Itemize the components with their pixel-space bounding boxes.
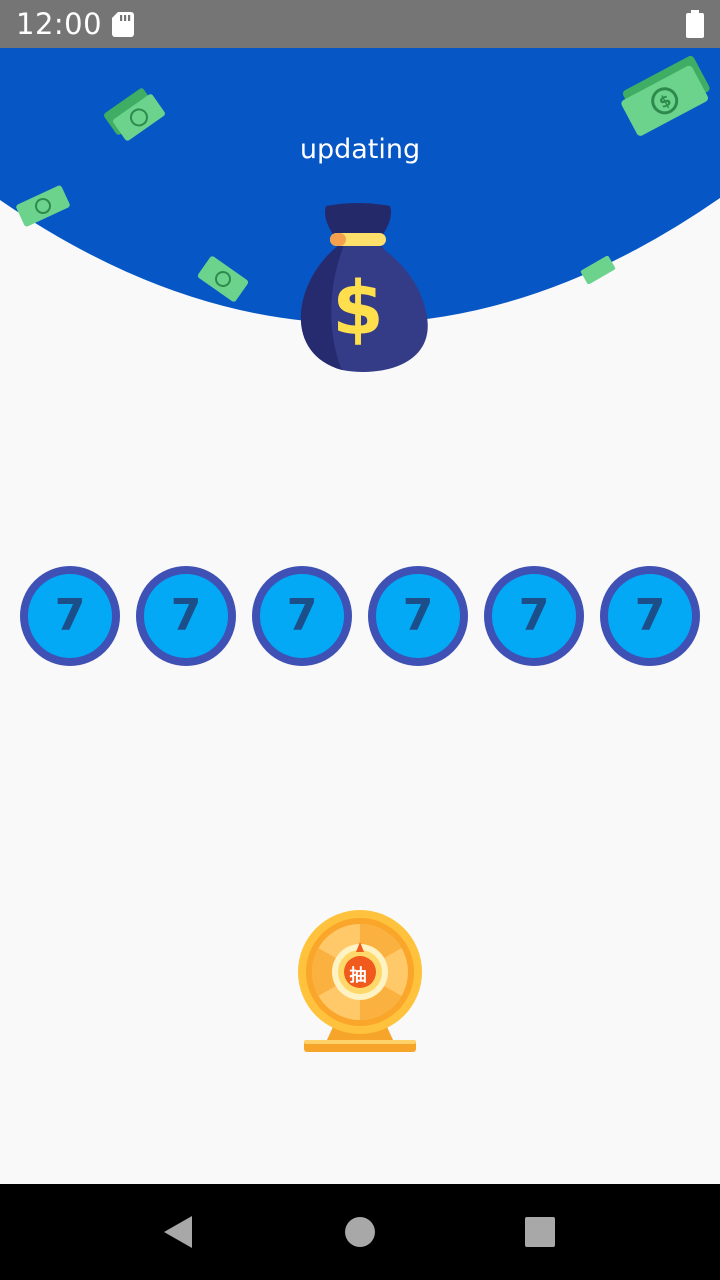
screen: 12:00 $ updating $ 7 7 7 7 7 7 抽 — [0, 0, 720, 1280]
ball-digit: 7 — [286, 590, 318, 641]
home-icon[interactable] — [328, 1200, 392, 1264]
ball-digit: 7 — [54, 590, 86, 641]
ball-digit: 7 — [518, 590, 550, 641]
ball-digit: 7 — [170, 590, 202, 641]
draw-button[interactable]: 抽 — [298, 908, 422, 1060]
status-bar: 12:00 — [0, 0, 720, 48]
number-ball: 7 — [368, 566, 468, 666]
ball-digit: 7 — [402, 590, 434, 641]
recents-icon[interactable] — [508, 1200, 572, 1264]
dollar-bill-icon — [197, 256, 249, 302]
svg-text:$: $ — [332, 266, 384, 352]
number-ball: 7 — [136, 566, 236, 666]
number-balls: 7 7 7 7 7 7 — [20, 566, 700, 666]
battery-icon — [686, 10, 704, 38]
dollar-bill-icon: $ — [621, 55, 710, 136]
sd-card-icon — [112, 12, 134, 37]
ball-digit: 7 — [634, 590, 666, 641]
navigation-bar — [0, 1184, 720, 1280]
number-ball: 7 — [484, 566, 584, 666]
dollar-bill-icon — [580, 256, 616, 284]
money-bag-icon: $ — [300, 203, 428, 372]
draw-label: 抽 — [349, 966, 367, 985]
dollar-bill-icon — [16, 185, 70, 227]
back-icon[interactable] — [146, 1200, 210, 1264]
header-title: updating — [299, 134, 421, 165]
number-ball: 7 — [600, 566, 700, 666]
number-ball: 7 — [252, 566, 352, 666]
number-ball: 7 — [20, 566, 120, 666]
status-time: 12:00 — [16, 7, 103, 41]
